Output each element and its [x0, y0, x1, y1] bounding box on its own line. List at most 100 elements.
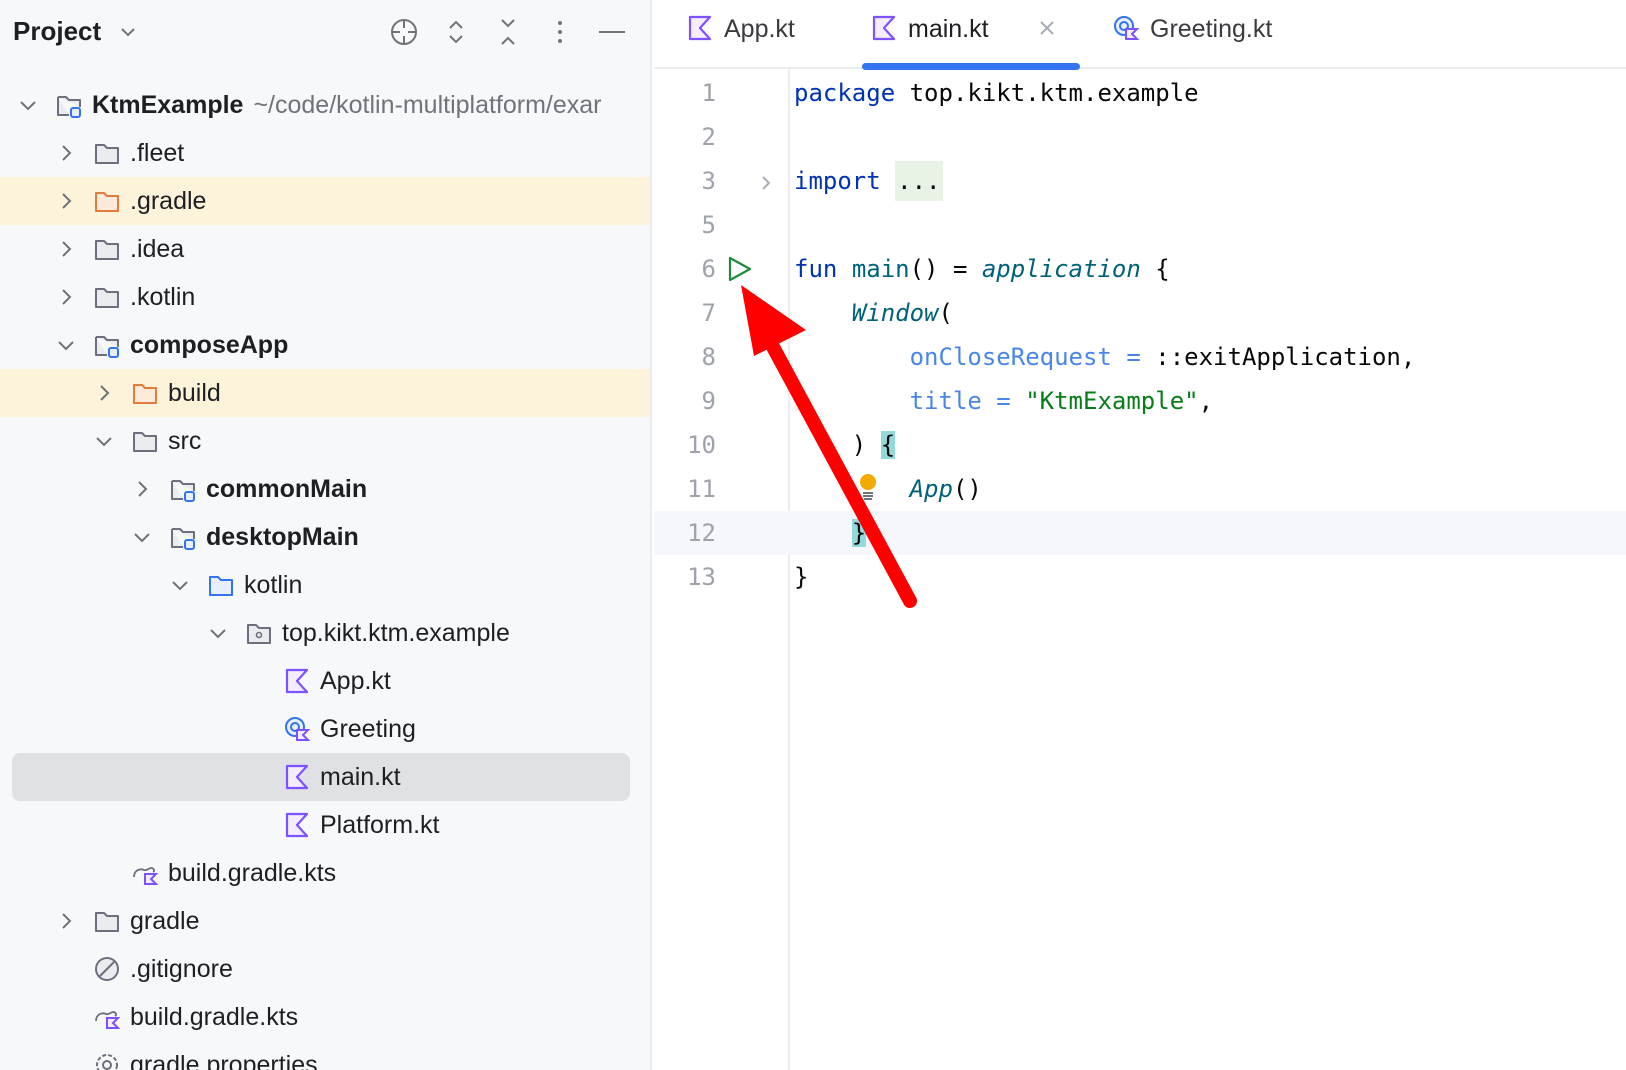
tree-item[interactable]: .fleet [0, 129, 650, 177]
tree-item-label: composeApp [130, 331, 288, 360]
code-token: Window [851, 299, 939, 327]
code-token: } [794, 563, 809, 591]
gradle-icon [131, 859, 159, 887]
code-token: } [851, 519, 867, 547]
tree-item-label: gradle [130, 907, 200, 936]
chevron-right-icon[interactable] [56, 191, 76, 211]
tree-item[interactable]: Greeting [0, 705, 650, 753]
collapse-all-icon[interactable] [492, 16, 524, 48]
chevron-down-icon[interactable] [18, 95, 38, 115]
kotlin-icon [686, 14, 714, 42]
code-token: import [794, 167, 881, 195]
tree-item[interactable]: main.kt [12, 753, 630, 801]
code-line: 11 App() [654, 467, 1626, 511]
line-number: 11 [687, 475, 716, 503]
kotlin-class-icon [283, 715, 311, 743]
item-name: .gradle [130, 187, 207, 215]
code-text: import ... [794, 161, 943, 201]
chevron-down-icon[interactable] [56, 335, 76, 355]
tree-item-label: desktopMain [206, 523, 359, 552]
chevron-right-icon[interactable] [56, 239, 76, 259]
ignore-icon [93, 955, 121, 983]
code-text: ) { [794, 431, 896, 459]
tab-greeting-kt[interactable]: Greeting.kt [1104, 0, 1304, 68]
tree-item[interactable]: .gradle [0, 177, 650, 225]
code-text: App() [794, 475, 982, 503]
kotlin-icon [870, 14, 898, 42]
folder-orange-icon [131, 379, 159, 407]
chevron-down-icon[interactable] [170, 575, 190, 595]
code-line: 5 [654, 203, 1626, 247]
tree-item-label: .fleet [130, 139, 184, 168]
tree-item[interactable]: .kotlin [0, 273, 650, 321]
folded-imports[interactable]: ... [895, 161, 943, 201]
tree-item[interactable]: Platform.kt [0, 801, 650, 849]
project-panel: Project KtmExample ~/code/kotlin-multipla… [0, 0, 652, 1070]
code-text: } [794, 519, 867, 547]
tree-item[interactable]: top.kikt.ktm.example [0, 609, 650, 657]
chevron-right-icon[interactable] [56, 911, 76, 931]
code-token: title [909, 387, 982, 415]
locate-icon[interactable] [388, 16, 420, 48]
tree-item[interactable]: kotlin [0, 561, 650, 609]
tree-item[interactable]: build.gradle.kts [0, 993, 650, 1041]
tree-item-label: commonMain [206, 475, 367, 504]
chevron-down-icon[interactable] [94, 431, 114, 451]
code-token: , [1198, 387, 1214, 415]
expand-all-icon[interactable] [440, 16, 472, 48]
chevron-down-icon[interactable] [118, 22, 138, 42]
code-line: 8 onCloseRequest = ::exitApplication, [654, 335, 1626, 379]
run-icon[interactable] [726, 255, 754, 289]
item-name: .kotlin [130, 283, 196, 311]
hide-panel-icon[interactable] [596, 16, 628, 48]
tree-item[interactable]: build [0, 369, 650, 417]
fold-chevron-icon[interactable] [758, 171, 774, 199]
tree-item[interactable]: .gitignore [0, 945, 650, 993]
item-name: gradle [130, 907, 200, 935]
line-number: 13 [687, 563, 716, 591]
tree-item[interactable]: commonMain [0, 465, 650, 513]
chevron-right-icon[interactable] [94, 383, 114, 403]
tree-item-label: build.gradle.kts [168, 859, 336, 888]
tree-item-label: Greeting [320, 715, 416, 744]
project-view-selector[interactable]: Project [13, 16, 101, 47]
tab-app-kt[interactable]: App.kt [678, 0, 828, 68]
chevron-right-icon[interactable] [56, 287, 76, 307]
tree-item-label: .gitignore [130, 955, 233, 984]
item-name: src [168, 427, 202, 455]
tree-item[interactable]: KtmExample ~/code/kotlin-multiplatform/ex… [0, 81, 650, 129]
more-options-icon[interactable] [544, 16, 576, 48]
tree-item[interactable]: src [0, 417, 650, 465]
tree-item[interactable]: App.kt [0, 657, 650, 705]
tree-item[interactable]: gradle.properties [0, 1041, 650, 1070]
item-name: composeApp [130, 331, 289, 359]
chevron-right-icon[interactable] [132, 479, 152, 499]
tree-item[interactable]: build.gradle.kts [0, 849, 650, 897]
chevron-down-icon[interactable] [132, 527, 152, 547]
item-name: .idea [130, 235, 185, 263]
tree-item[interactable]: .idea [0, 225, 650, 273]
tab-main-kt[interactable]: main.kt [862, 0, 1080, 70]
code-line: 10 ) { [654, 423, 1626, 467]
close-tab-icon[interactable] [1037, 18, 1057, 43]
code-line: 3 import ... [654, 159, 1626, 203]
line-number: 9 [701, 387, 716, 415]
code-token: ( [938, 299, 953, 327]
chevron-right-icon[interactable] [56, 143, 76, 163]
tree-item[interactable]: desktopMain [0, 513, 650, 561]
code-token: fun [794, 255, 838, 283]
code-text: fun main() = application { [794, 255, 1170, 283]
code-token: () [952, 475, 982, 503]
code-token: = [1126, 343, 1141, 371]
item-name: build [168, 379, 221, 407]
line-number: 12 [687, 519, 716, 547]
module-icon [169, 523, 197, 551]
chevron-down-icon[interactable] [208, 623, 228, 643]
tree-item[interactable]: gradle [0, 897, 650, 945]
code-token: () = [909, 255, 982, 283]
tree-item[interactable]: composeApp [0, 321, 650, 369]
